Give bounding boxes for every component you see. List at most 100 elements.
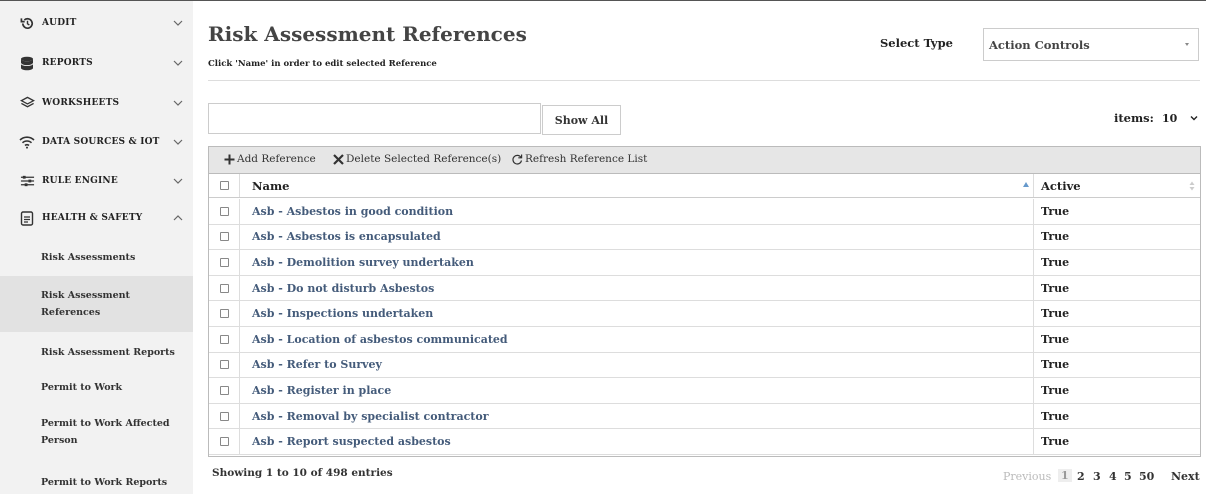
select-type-dropdown[interactable]: Action Controls <box>983 28 1199 61</box>
sidebar-item-label: AUDIT <box>42 18 77 28</box>
table-row: Asb - Demolition survey undertaken True <box>209 250 1200 276</box>
reference-name-link[interactable]: Asb - Demolition survey undertaken <box>240 250 1034 275</box>
sidebar-subitem-label: Risk Assessment Reports <box>41 346 175 358</box>
page-title: Risk Assessment References <box>208 22 527 46</box>
items-per-page-select[interactable]: 10 <box>1158 106 1202 131</box>
row-checkbox[interactable] <box>219 385 229 395</box>
reference-name-link[interactable]: Asb - Register in place <box>240 378 1034 403</box>
sliders-icon <box>19 173 35 189</box>
table-row: Asb - Refer to Survey True <box>209 352 1200 379</box>
reference-name-link[interactable]: Asb - Refer to Survey <box>240 352 1034 378</box>
reference-active-value: True <box>1041 383 1070 397</box>
sidebar-subitem-permit-to-work[interactable]: Permit to Work <box>0 369 193 405</box>
pagination-page[interactable]: 2 <box>1077 470 1085 483</box>
sidebar-item-label: WORKSHEETS <box>42 98 120 108</box>
sidebar-item-data-sources[interactable]: DATA SOURCES & IOT <box>0 124 193 160</box>
row-checkbox[interactable] <box>219 206 229 216</box>
reference-active-value: True <box>1041 435 1070 449</box>
row-checkbox[interactable] <box>219 232 229 242</box>
items-per-page-value: 10 <box>1162 112 1178 125</box>
row-checkbox[interactable] <box>219 437 229 447</box>
pagination-page[interactable]: 5 <box>1124 470 1132 483</box>
table-header: Name Active <box>209 174 1200 198</box>
show-all-button[interactable]: Show All <box>542 105 621 135</box>
delete-references-button[interactable]: Delete Selected Reference(s) <box>333 153 501 165</box>
reference-name-link[interactable]: Asb - Location of asbestos communicated <box>240 327 1034 352</box>
grid-toolbar: Add Reference Delete Selected Reference(… <box>209 147 1200 174</box>
sidebar-item-label: REPORTS <box>42 58 93 68</box>
row-checkbox[interactable] <box>219 411 229 421</box>
reference-name-link[interactable]: Asb - Asbestos is encapsulated <box>240 224 1034 250</box>
row-checkbox[interactable] <box>219 309 229 319</box>
sidebar-item-audit[interactable]: AUDIT <box>0 5 193 41</box>
wifi-icon <box>19 134 35 150</box>
sidebar-item-worksheets[interactable]: WORKSHEETS <box>0 85 193 121</box>
table-row: Asb - Report suspected asbestos True <box>209 429 1200 455</box>
caret-down-icon <box>1185 43 1189 46</box>
sidebar-subitem-risk-assessment-references[interactable]: Risk Assessment References <box>0 276 193 332</box>
row-checkbox[interactable] <box>219 360 229 370</box>
pagination-next[interactable]: Next <box>1171 470 1200 483</box>
sidebar-item-label: HEALTH & SAFETY <box>42 213 143 223</box>
page-subtitle: Click 'Name' in order to edit selected R… <box>208 59 437 69</box>
row-checkbox-cell <box>209 250 240 275</box>
pagination-page[interactable]: 50 <box>1139 470 1154 483</box>
add-reference-label: Add Reference <box>237 153 316 165</box>
sort-icon <box>1189 181 1195 191</box>
reference-name-link[interactable]: Asb - Do not disturb Asbestos <box>240 275 1034 301</box>
row-checkbox[interactable] <box>219 257 229 267</box>
chevron-down-icon <box>173 20 183 26</box>
row-checkbox[interactable] <box>219 334 229 344</box>
layers-icon <box>19 95 35 111</box>
row-checkbox[interactable] <box>219 283 229 293</box>
row-checkbox-cell <box>209 199 240 224</box>
column-header-active[interactable]: Active <box>1034 174 1200 197</box>
table-row: Asb - Inspections undertaken True <box>209 301 1200 327</box>
sidebar-item-reports[interactable]: REPORTS <box>0 45 193 81</box>
reference-name-link[interactable]: Asb - Removal by specialist contractor <box>240 403 1034 429</box>
sidebar: AUDIT REPORTS WORKSHEETS DATA SOURCES & … <box>0 1 193 494</box>
reference-active-value: True <box>1041 332 1070 346</box>
pagination-previous[interactable]: Previous <box>1003 470 1051 483</box>
sidebar-item-rule-engine[interactable]: RULE ENGINE <box>0 163 193 199</box>
reference-name-link[interactable]: Asb - Asbestos in good condition <box>240 199 1034 224</box>
reference-active-value: True <box>1041 409 1070 423</box>
search-input[interactable] <box>208 103 541 134</box>
database-icon <box>19 55 35 71</box>
table-info: Showing 1 to 10 of 498 entries <box>212 467 393 479</box>
column-header-name[interactable]: Name <box>240 174 1034 197</box>
select-all-checkbox[interactable] <box>219 181 229 190</box>
sidebar-item-health-safety[interactable]: HEALTH & SAFETY <box>0 200 193 236</box>
table-row: Asb - Location of asbestos communicated T… <box>209 327 1200 353</box>
reference-active-value: True <box>1041 255 1070 269</box>
references-grid: Add Reference Delete Selected Reference(… <box>208 146 1201 457</box>
pagination-page[interactable]: 4 <box>1109 470 1117 483</box>
reference-active-value: True <box>1041 281 1070 295</box>
reference-name-link[interactable]: Asb - Report suspected asbestos <box>240 429 1034 454</box>
column-header-active-label: Active <box>1041 178 1081 193</box>
sidebar-subitem-risk-assessments[interactable]: Risk Assessments <box>0 239 193 275</box>
select-type-label: Select Type <box>880 36 953 50</box>
sidebar-subitem-permit-affected-person[interactable]: Permit to Work Affected Person <box>0 409 193 455</box>
sidebar-subitem-permit-reports[interactable]: Permit to Work Reports <box>0 464 193 494</box>
row-checkbox-cell <box>209 429 240 454</box>
reference-active-value: True <box>1041 230 1070 244</box>
reference-active-value: True <box>1041 307 1070 321</box>
sidebar-item-label: RULE ENGINE <box>42 176 118 186</box>
pagination-page-current[interactable]: 1 <box>1058 469 1072 482</box>
sidebar-subitem-risk-assessment-reports[interactable]: Risk Assessment Reports <box>0 334 193 370</box>
reference-name-link[interactable]: Asb - Inspections undertaken <box>240 301 1034 326</box>
reference-active-value: True <box>1041 204 1070 218</box>
sidebar-subitem-label: Permit to Work Reports <box>41 476 168 488</box>
table-row: Asb - Asbestos in good condition True <box>209 199 1200 225</box>
close-icon <box>333 153 344 165</box>
row-checkbox-cell <box>209 403 240 429</box>
chevron-down-icon <box>173 178 183 184</box>
refresh-references-button[interactable]: Refresh Reference List <box>511 153 647 165</box>
pagination-page[interactable]: 3 <box>1093 470 1101 483</box>
add-reference-button[interactable]: Add Reference <box>224 153 316 165</box>
delete-references-label: Delete Selected Reference(s) <box>346 153 502 165</box>
sidebar-item-label: DATA SOURCES & IOT <box>42 137 160 147</box>
row-checkbox-cell <box>209 327 240 352</box>
column-header-name-label: Name <box>252 178 290 193</box>
